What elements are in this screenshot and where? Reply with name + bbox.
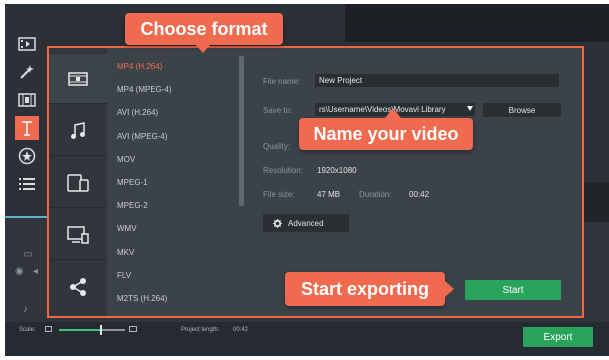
callout-start-exporting-tail xyxy=(445,281,454,297)
format-item[interactable]: MPEG-1 xyxy=(117,178,217,187)
video-track-icon: ▭ xyxy=(23,249,33,260)
video-editor-window: ▭ ◉ ◂ ♪ Scale: Project length: 00:42 Exp… xyxy=(5,4,609,356)
format-item[interactable]: AVI (H.264) xyxy=(117,108,217,117)
format-item[interactable]: WMV xyxy=(117,224,217,233)
file-name-input[interactable]: New Project xyxy=(315,74,559,87)
import-tool-button[interactable] xyxy=(15,32,39,56)
format-item[interactable]: MOV xyxy=(117,155,217,164)
text-titles-icon xyxy=(22,121,32,136)
player-area xyxy=(345,4,609,42)
more-tools-button[interactable] xyxy=(15,172,39,196)
chevron-down-icon[interactable] xyxy=(467,106,473,111)
advanced-label: Advanced xyxy=(288,218,324,228)
scale-slider-handle[interactable] xyxy=(100,325,102,335)
format-list-scrollbar[interactable] xyxy=(239,56,244,206)
file-size-value: 47 MB xyxy=(317,190,341,199)
audio-note-icon xyxy=(71,121,85,139)
devices-icon xyxy=(67,173,89,192)
stickers-tool-button[interactable] xyxy=(15,144,39,168)
start-button[interactable]: Start xyxy=(465,280,561,300)
resolution-label: Resolution: xyxy=(263,166,304,175)
callout-name-video-tail xyxy=(385,108,401,118)
export-button[interactable]: Export xyxy=(523,327,593,347)
callout-choose-format: Choose format xyxy=(125,13,283,45)
titles-tool-button[interactable] xyxy=(15,116,39,140)
status-bar xyxy=(5,322,609,356)
category-audio[interactable] xyxy=(49,106,107,156)
category-share[interactable] xyxy=(49,262,107,312)
project-length-label: Project length: xyxy=(181,327,220,333)
category-tv[interactable] xyxy=(49,210,107,260)
quality-label: Quality: xyxy=(263,142,291,151)
video-format-icon xyxy=(68,71,88,86)
magic-wand-icon xyxy=(20,65,34,79)
callout-start-exporting: Start exporting xyxy=(285,272,445,306)
scale-slider-fill xyxy=(59,329,100,331)
format-item[interactable]: MPEG-2 xyxy=(117,201,217,210)
gear-icon xyxy=(273,218,282,228)
zoom-out-icon[interactable] xyxy=(45,326,52,332)
format-item[interactable]: M2TS (H.264) xyxy=(117,294,217,303)
category-devices[interactable] xyxy=(49,158,107,208)
category-video[interactable] xyxy=(49,54,107,104)
video-import-icon xyxy=(18,37,36,51)
left-toolbar xyxy=(10,28,44,208)
advanced-button[interactable]: Advanced xyxy=(263,214,349,232)
volume-icon[interactable]: ◂ xyxy=(33,266,38,277)
callout-choose-format-tail xyxy=(195,44,211,53)
filters-tool-button[interactable] xyxy=(15,60,39,84)
format-item[interactable]: MP4 (MPEG-4) xyxy=(117,85,217,94)
transitions-tool-button[interactable] xyxy=(15,88,39,112)
save-to-label: Save to: xyxy=(263,106,293,115)
duration-value: 00:42 xyxy=(409,190,430,199)
category-column xyxy=(49,48,107,316)
eye-icon[interactable]: ◉ xyxy=(15,266,24,277)
scale-label: Scale: xyxy=(19,327,36,333)
zoom-in-icon[interactable] xyxy=(129,326,137,332)
format-item[interactable]: MKV xyxy=(117,248,217,257)
resolution-value: 1920x1080 xyxy=(317,166,357,175)
duration-label: Duration: xyxy=(359,190,392,199)
format-item[interactable]: MP4 (H.264) xyxy=(117,62,217,71)
file-name-label: File name: xyxy=(263,77,301,86)
file-size-label: File size: xyxy=(263,190,295,199)
music-track-icon: ♪ xyxy=(23,304,28,315)
format-item[interactable]: AVI (MPEG-4) xyxy=(117,132,217,141)
project-length-value: 00:42 xyxy=(233,327,249,333)
filmstrip-icon xyxy=(18,93,36,107)
format-item[interactable]: FLV xyxy=(117,271,217,280)
callout-name-video: Name your video xyxy=(299,118,473,150)
format-list: MP4 (H.264) MP4 (MPEG-4) AVI (H.264) AVI (M… xyxy=(107,48,219,316)
share-icon xyxy=(70,278,86,296)
stickers-icon xyxy=(18,147,36,165)
browse-button[interactable]: Browse xyxy=(483,103,561,117)
tv-icon xyxy=(67,225,89,244)
menu-list-icon xyxy=(19,178,35,190)
